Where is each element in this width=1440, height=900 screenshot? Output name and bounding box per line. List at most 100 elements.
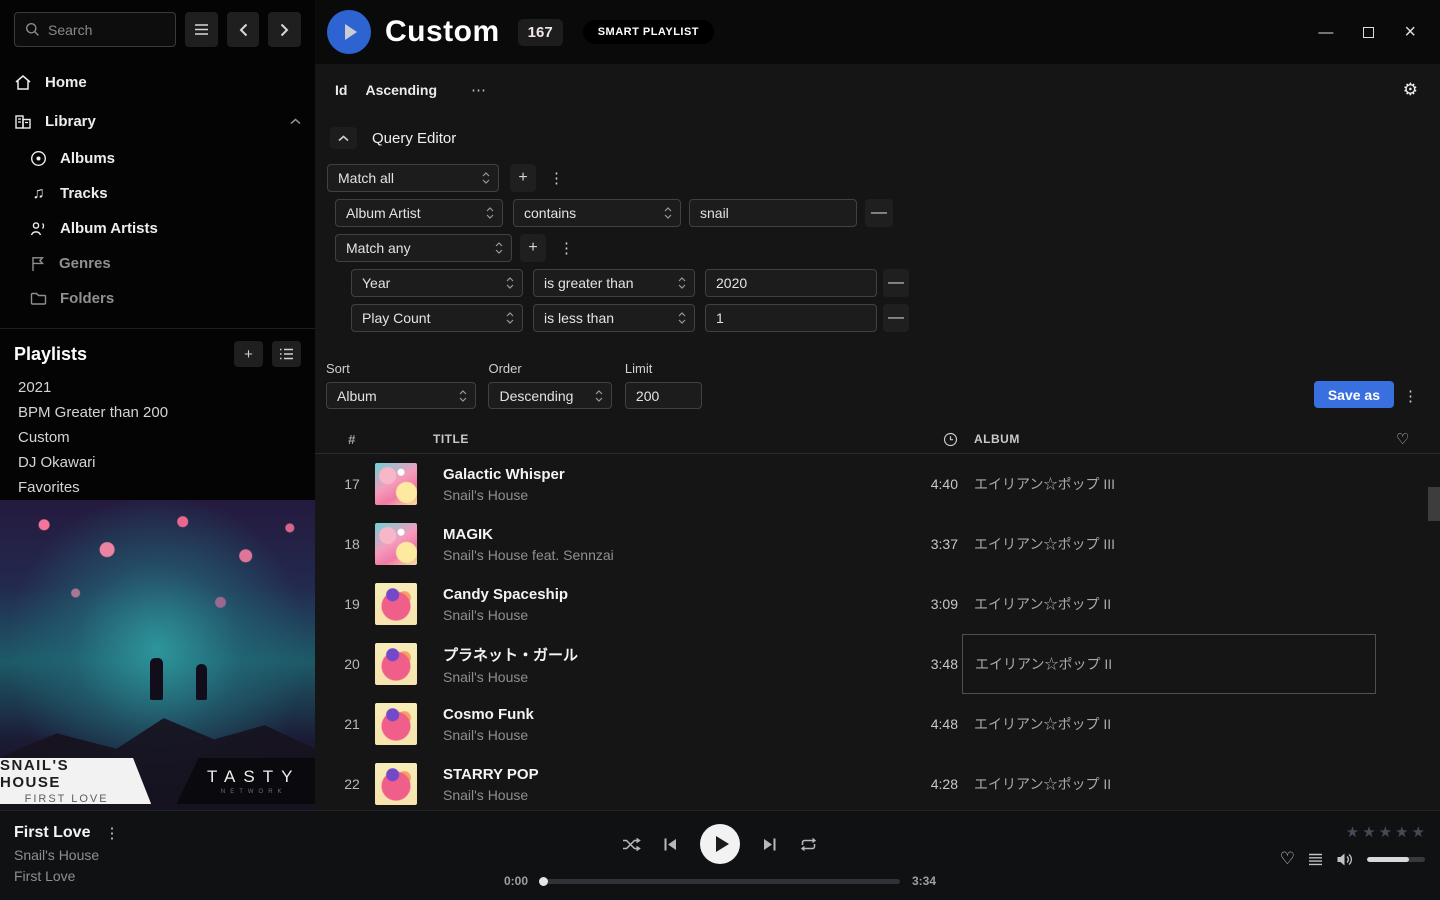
track-title[interactable]: Cosmo Funk: [443, 706, 898, 723]
shuffle-button[interactable]: [622, 837, 641, 852]
remove-rule-button[interactable]: —: [865, 199, 893, 227]
search-input[interactable]: Search: [14, 12, 176, 47]
now-playing-title[interactable]: First Love: [14, 824, 90, 842]
track-album[interactable]: エイリアン☆ポップ II: [962, 694, 1376, 754]
track-title[interactable]: MAGIK: [443, 526, 898, 543]
now-playing-album-art[interactable]: SNAIL'S HOUSE FIRST LOVE TASTY NETWORK: [0, 500, 315, 810]
play-playlist-button[interactable]: [327, 10, 371, 54]
rule-value-input[interactable]: snail: [689, 199, 857, 227]
group-menu-icon[interactable]: ⋮: [559, 239, 574, 257]
sort-select[interactable]: Album: [326, 382, 476, 409]
track-title[interactable]: プラネット・ガール: [443, 644, 898, 665]
table-row[interactable]: 20 プラネット・ガール Snail's House 3:48 エイリアン☆ポッ…: [315, 634, 1440, 694]
track-title[interactable]: STARRY POP: [443, 766, 898, 783]
query-editor-collapse-button[interactable]: [330, 127, 357, 149]
add-rule-button[interactable]: +: [510, 164, 536, 192]
track-artist[interactable]: Snail's House feat. Sennzai: [443, 547, 898, 563]
sidebar-item-tracks[interactable]: ♫ Tracks: [30, 176, 301, 211]
column-duration[interactable]: [898, 432, 962, 447]
column-favorite[interactable]: ♡: [1376, 430, 1430, 448]
favorite-button[interactable]: ♡: [1280, 849, 1295, 869]
track-album[interactable]: エイリアン☆ポップ II: [962, 754, 1376, 808]
rule-operator-select[interactable]: is less than: [533, 304, 695, 332]
track-title[interactable]: Candy Spaceship: [443, 586, 898, 603]
minimize-button[interactable]: —: [1318, 24, 1333, 41]
star-icon[interactable]: ★: [1412, 825, 1425, 840]
track-title[interactable]: Galactic Whisper: [443, 466, 898, 483]
more-options-icon[interactable]: ⋯: [471, 81, 487, 99]
rule-field-select[interactable]: Play Count: [351, 304, 523, 332]
volume-slider[interactable]: [1367, 857, 1425, 862]
volume-icon[interactable]: [1336, 852, 1354, 867]
rule-operator-select[interactable]: contains: [513, 199, 681, 227]
track-artist[interactable]: Snail's House: [443, 787, 898, 803]
save-as-button[interactable]: Save as: [1314, 381, 1394, 408]
sort-field-button[interactable]: Id: [335, 82, 347, 98]
repeat-button[interactable]: [799, 837, 818, 852]
column-album[interactable]: ALBUM: [962, 432, 1376, 446]
add-playlist-button[interactable]: +: [234, 341, 263, 367]
track-art-thumbnail[interactable]: [375, 583, 417, 625]
track-artist[interactable]: Snail's House: [443, 487, 898, 503]
group-menu-icon[interactable]: ⋮: [549, 169, 564, 187]
track-album[interactable]: エイリアン☆ポップ III: [962, 454, 1376, 514]
track-artist[interactable]: Snail's House: [443, 727, 898, 743]
playlist-list-button[interactable]: [272, 341, 301, 367]
sidebar-item-genres[interactable]: Genres: [30, 246, 301, 281]
column-title[interactable]: TITLE: [433, 432, 898, 446]
queue-button[interactable]: [1308, 853, 1323, 866]
scrollbar-thumb[interactable]: [1428, 487, 1440, 521]
playlist-item[interactable]: Custom: [18, 425, 301, 450]
rule-field-select[interactable]: Album Artist: [335, 199, 503, 227]
now-playing-album[interactable]: First Love: [14, 868, 119, 884]
menu-button[interactable]: [185, 12, 218, 47]
maximize-button[interactable]: [1363, 27, 1374, 38]
track-album[interactable]: エイリアン☆ポップ III: [962, 514, 1376, 574]
track-art-thumbnail[interactable]: [375, 703, 417, 745]
chevron-up-icon[interactable]: [290, 118, 301, 125]
remove-rule-button[interactable]: —: [883, 304, 909, 332]
rule-operator-select[interactable]: is greater than: [533, 269, 695, 297]
table-row[interactable]: 22 STARRY POP Snail's House 4:28 エイリアン☆ポ…: [315, 754, 1440, 808]
playlist-item[interactable]: BPM Greater than 200: [18, 400, 301, 425]
track-art-thumbnail[interactable]: [375, 523, 417, 565]
gear-icon[interactable]: ⚙: [1403, 80, 1418, 100]
playlist-item[interactable]: 2021: [18, 375, 301, 400]
remove-rule-button[interactable]: —: [883, 269, 909, 297]
limit-input[interactable]: 200: [625, 382, 702, 409]
column-number[interactable]: #: [329, 432, 375, 447]
sort-direction-button[interactable]: Ascending: [365, 82, 437, 98]
track-art-thumbnail[interactable]: [375, 763, 417, 805]
add-rule-button[interactable]: +: [520, 234, 546, 262]
star-icon[interactable]: ★: [1395, 825, 1408, 840]
playlist-item[interactable]: DJ Okawari: [18, 450, 301, 475]
table-row[interactable]: 17 Galactic Whisper Snail's House 4:40 エ…: [315, 454, 1440, 514]
save-menu-icon[interactable]: ⋮: [1403, 387, 1418, 405]
table-row[interactable]: 21 Cosmo Funk Snail's House 4:48 エイリアン☆ポ…: [315, 694, 1440, 754]
sidebar-item-library[interactable]: Library: [14, 102, 301, 141]
seek-knob[interactable]: [539, 877, 548, 886]
seek-bar[interactable]: [540, 879, 900, 884]
next-button[interactable]: [762, 837, 777, 852]
rule-field-select[interactable]: Year: [351, 269, 523, 297]
back-button[interactable]: [227, 12, 260, 47]
previous-button[interactable]: [663, 837, 678, 852]
rule-value-input[interactable]: 2020: [705, 269, 877, 297]
table-row[interactable]: 19 Candy Spaceship Snail's House 3:09 エイ…: [315, 574, 1440, 634]
play-pause-button[interactable]: [700, 824, 740, 864]
table-row[interactable]: 18 MAGIK Snail's House feat. Sennzai 3:3…: [315, 514, 1440, 574]
track-artist[interactable]: Snail's House: [443, 669, 898, 685]
track-art-thumbnail[interactable]: [375, 643, 417, 685]
star-icon[interactable]: ★: [1346, 825, 1359, 840]
track-album[interactable]: エイリアン☆ポップ II: [962, 574, 1376, 634]
now-playing-menu-icon[interactable]: ⋮: [104, 824, 119, 842]
forward-button[interactable]: [268, 12, 301, 47]
star-icon[interactable]: ★: [1379, 825, 1392, 840]
star-icon[interactable]: ★: [1362, 825, 1375, 840]
track-art-thumbnail[interactable]: [375, 463, 417, 505]
track-artist[interactable]: Snail's House: [443, 607, 898, 623]
match-type-select[interactable]: Match any: [335, 234, 512, 262]
sidebar-item-albums[interactable]: Albums: [30, 141, 301, 176]
sidebar-item-folders[interactable]: Folders: [30, 281, 301, 316]
order-select[interactable]: Descending: [488, 382, 612, 409]
